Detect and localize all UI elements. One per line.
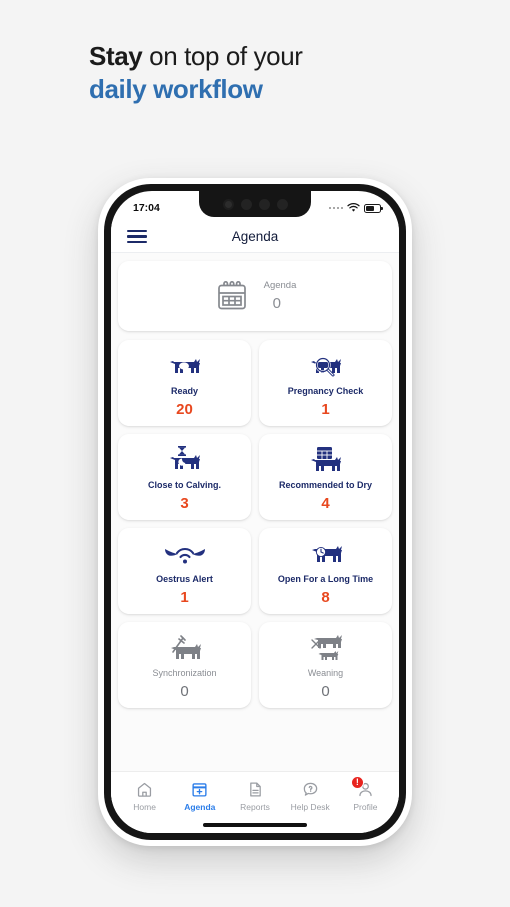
signal-dots-icon xyxy=(328,206,343,210)
tile-recommended-to-dry[interactable]: Recommended to Dry 4 xyxy=(259,434,392,520)
sensor-icon-3 xyxy=(276,198,288,210)
headline-line-2: daily workflow xyxy=(89,74,263,105)
page-headline: Stay on top of your daily workflow xyxy=(89,40,469,107)
tile-label: Synchronization xyxy=(152,668,217,678)
tile-label: Oestrus Alert xyxy=(156,574,213,584)
nav-item-agenda[interactable]: Agenda xyxy=(172,781,227,812)
tile-label: Recommended to Dry xyxy=(278,480,373,490)
tile-oestrus-alert[interactable]: Oestrus Alert 1 xyxy=(118,528,251,614)
cow-syringe-icon xyxy=(164,632,206,665)
phone-screen: 17:04 Agenda Agenda 0 Ready 20 Pregnancy… xyxy=(111,191,399,833)
headline-line-1-rest: on top of your xyxy=(142,41,303,71)
tile-label: Weaning xyxy=(307,668,344,678)
calendar-plus-icon xyxy=(191,781,208,798)
horns-signal-icon xyxy=(163,538,207,571)
tile-value: 20 xyxy=(176,401,193,418)
tile-label: Pregnancy Check xyxy=(287,386,364,396)
chat-question-icon xyxy=(302,781,319,798)
nav-label: Home xyxy=(133,802,156,812)
person-icon: ! xyxy=(350,776,374,798)
tile-value: 0 xyxy=(321,683,330,700)
status-badge: ! xyxy=(350,776,364,789)
nav-item-help-desk[interactable]: Help Desk xyxy=(283,781,338,812)
cow-magnifier-icon xyxy=(306,350,346,383)
tile-label: Ready xyxy=(170,386,198,396)
nav-label: Help Desk xyxy=(290,802,330,812)
tile-value: 3 xyxy=(180,495,189,512)
headline-line-1: Stay on top of your xyxy=(89,40,469,73)
nav-label: Reports xyxy=(240,802,270,812)
headline-emphasis: Stay xyxy=(89,41,143,71)
tile-synchronization[interactable]: Synchronization 0 xyxy=(118,622,251,708)
tile-value: 0 xyxy=(180,683,189,700)
cow-calf-icon xyxy=(304,632,348,665)
status-bar-indicators xyxy=(328,203,383,213)
nav-item-reports[interactable]: Reports xyxy=(227,781,282,812)
cow-ready-icon xyxy=(165,350,205,383)
document-icon xyxy=(247,781,264,798)
tile-value: 8 xyxy=(321,589,330,606)
status-bar-time: 17:04 xyxy=(133,202,160,214)
tile-weaning[interactable]: Weaning 0 xyxy=(259,622,392,708)
tile-label: Open For a Long Time xyxy=(277,574,374,584)
app-bar: Agenda xyxy=(111,221,399,253)
agenda-tile-grid: Ready 20 Pregnancy Check 1 Close to Calv… xyxy=(118,340,392,708)
tile-close-to-calving[interactable]: Close to Calving. 3 xyxy=(118,434,251,520)
promo-page: Stay on top of your daily workflow 17:04 xyxy=(0,0,510,907)
page-title: Agenda xyxy=(231,229,279,244)
sensor-icon-2 xyxy=(258,198,270,210)
nav-item-profile[interactable]: ! Profile xyxy=(338,776,393,812)
agenda-content: Agenda 0 Ready 20 Pregnancy Check 1 Clos… xyxy=(111,253,399,808)
sensor-icon-1 xyxy=(240,198,252,210)
agenda-summary-card[interactable]: Agenda 0 xyxy=(118,261,392,331)
battery-icon xyxy=(364,203,383,213)
nav-label: Profile xyxy=(353,802,378,812)
tile-open-for-a-long-time[interactable]: Open For a Long Time 8 xyxy=(259,528,392,614)
tile-label: Close to Calving. xyxy=(147,480,221,490)
nav-item-home[interactable]: Home xyxy=(117,781,172,812)
tile-value: 4 xyxy=(321,495,330,512)
tile-ready[interactable]: Ready 20 xyxy=(118,340,251,426)
agenda-summary-label: Agenda xyxy=(263,280,297,291)
home-icon xyxy=(136,781,153,798)
front-camera-icon xyxy=(222,198,234,210)
hamburger-menu-icon[interactable] xyxy=(127,230,147,243)
phone-notch xyxy=(199,191,311,217)
agenda-summary-value: 0 xyxy=(272,295,281,312)
cow-calendar-icon xyxy=(306,444,346,477)
nav-label: Agenda xyxy=(184,802,216,812)
wifi-icon xyxy=(347,203,360,212)
tile-pregnancy-check[interactable]: Pregnancy Check 1 xyxy=(259,340,392,426)
tile-value: 1 xyxy=(321,401,330,418)
tile-value: 1 xyxy=(180,589,189,606)
calendar-icon xyxy=(217,281,246,310)
agenda-summary-text: Agenda 0 xyxy=(264,280,297,312)
cow-hourglass-icon xyxy=(165,444,205,477)
home-indicator xyxy=(203,823,307,827)
cow-clock-icon xyxy=(305,538,347,571)
